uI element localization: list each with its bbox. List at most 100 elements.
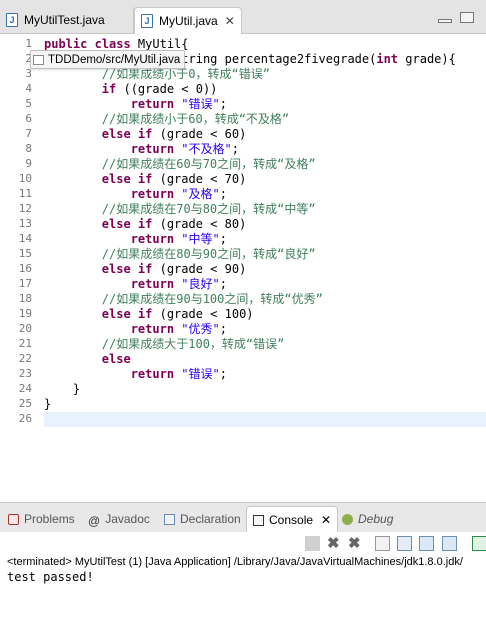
code-line[interactable]: return "及格"; [44,187,486,202]
keyword-token: else if [101,262,153,276]
code-line[interactable]: //如果成绩在90与100之间，转成“优秀” [44,292,486,307]
code-line[interactable]: } [44,382,486,397]
view-tab-bar: Problems @ Javadoc Declaration Console ✕… [0,502,486,533]
code-token: ; [231,142,239,156]
code-line[interactable]: else [44,352,486,367]
string-token: "优秀" [181,322,220,336]
code-line[interactable]: //如果成绩小于60，转成“不及格” [44,112,486,127]
keyword-token: return [130,142,182,156]
line-number: 3 [25,67,32,80]
problems-icon [8,513,19,525]
maximize-icon[interactable] [460,12,474,23]
bug-icon [342,513,353,525]
remove-launch-icon[interactable]: ✖ [327,536,342,551]
line-number: 23 [18,367,32,380]
line-number: 20 [18,322,32,335]
line-number: 10 [18,172,32,185]
code-token: (grade < 100) [152,307,254,321]
tab-problems[interactable]: Problems [8,506,75,532]
code-token: ((grade < 0)) [116,82,218,96]
line-number: 6 [25,112,32,125]
console-status: <terminated> MyUtilTest (1) [Java Applic… [0,556,486,570]
line-number: 19 [18,307,32,320]
line-number: 2 [25,52,32,65]
code-line[interactable]: if ((grade < 0)) [44,82,486,97]
terminate-icon[interactable] [305,536,320,551]
tab-declaration[interactable]: Declaration [164,506,241,532]
tab-myutil[interactable]: J MyUtil.java ✕ [134,7,242,34]
code-area[interactable]: public class MyUtil{ public static Strin… [44,34,486,502]
code-line[interactable]: } [44,397,486,412]
tab-myutiltest[interactable]: J MyUtilTest.java [0,7,134,33]
scroll-lock-icon[interactable] [397,536,412,551]
code-line[interactable]: //如果成绩在80与90之间，转成“良好” [44,247,486,262]
code-editor[interactable]: 1 2 3 4 5 6 7 8 9 10 11 12 13 14 15 16 17 18 19 20 21 22 23 24 2… [0,34,486,502]
code-token: } [44,382,81,396]
code-line[interactable]: //如果成绩小于0，转成“错误” [44,67,486,82]
keyword-token: else if [101,307,153,321]
code-line[interactable]: //如果成绩在60与70之间，转成“及格” [44,157,486,172]
java-file-icon: J [141,14,153,28]
code-line[interactable]: return "错误"; [44,97,486,112]
tab-console[interactable]: Console ✕ [246,506,339,533]
line-number: 13 [18,217,32,230]
keyword-token: return [130,277,182,291]
tab-debug[interactable]: Debug [342,506,393,532]
display-console-icon[interactable] [442,536,457,551]
tab-javadoc[interactable]: @ Javadoc [88,506,150,532]
at-icon: @ [88,513,101,528]
code-line[interactable]: else if (grade < 80) [44,217,486,232]
comment-token: //如果成绩小于60，转成“不及格” [101,112,290,126]
keyword-token: public class [44,37,138,51]
code-token: (grade < 80) [152,217,247,231]
line-number: 7 [25,127,32,140]
code-line[interactable]: else if (grade < 100) [44,307,486,322]
code-line[interactable]: return "不及格"; [44,142,486,157]
code-token: ; [219,187,227,201]
code-token: grade){ [398,52,456,66]
pin-console-icon[interactable] [419,536,434,551]
code-line[interactable]: //如果成绩在70与80之间，转成“中等” [44,202,486,217]
code-line[interactable]: else if (grade < 60) [44,127,486,142]
code-line[interactable]: return "良好"; [44,277,486,292]
line-number: 24 [18,382,32,395]
close-icon[interactable]: ✕ [225,14,235,28]
open-console-icon[interactable] [472,536,486,551]
keyword-token: int [376,52,399,66]
string-token: "错误" [181,367,220,381]
clear-console-icon[interactable] [375,536,390,551]
window-controls [438,12,474,23]
line-number: 9 [25,157,32,170]
code-line[interactable]: return "优秀"; [44,322,486,337]
minimize-icon[interactable] [438,19,452,23]
code-line[interactable]: return "错误"; [44,367,486,382]
code-line[interactable]: else if (grade < 90) [44,262,486,277]
line-number: 4 [25,82,32,95]
code-token: ; [219,322,227,336]
code-token: (grade < 90) [152,262,247,276]
string-token: "及格" [181,187,220,201]
editor-tab-bar: J MyUtilTest.java J MyUtil.java ✕ [0,0,486,34]
close-icon[interactable]: ✕ [321,513,331,527]
file-icon [33,54,44,65]
console-toolbar: ✖ ✖ [0,532,486,556]
code-line[interactable]: else if (grade < 70) [44,172,486,187]
code-line[interactable] [44,412,486,427]
line-number: 22 [18,352,32,365]
code-line[interactable]: //如果成绩大于100，转成“错误” [44,337,486,352]
line-number: 17 [18,277,32,290]
code-line[interactable]: return "中等"; [44,232,486,247]
remove-all-icon[interactable]: ✖ [348,536,363,551]
keyword-token: return [130,322,182,336]
console-output[interactable]: test passed! [0,570,486,618]
code-token: ; [219,232,227,246]
line-number: 12 [18,202,32,215]
